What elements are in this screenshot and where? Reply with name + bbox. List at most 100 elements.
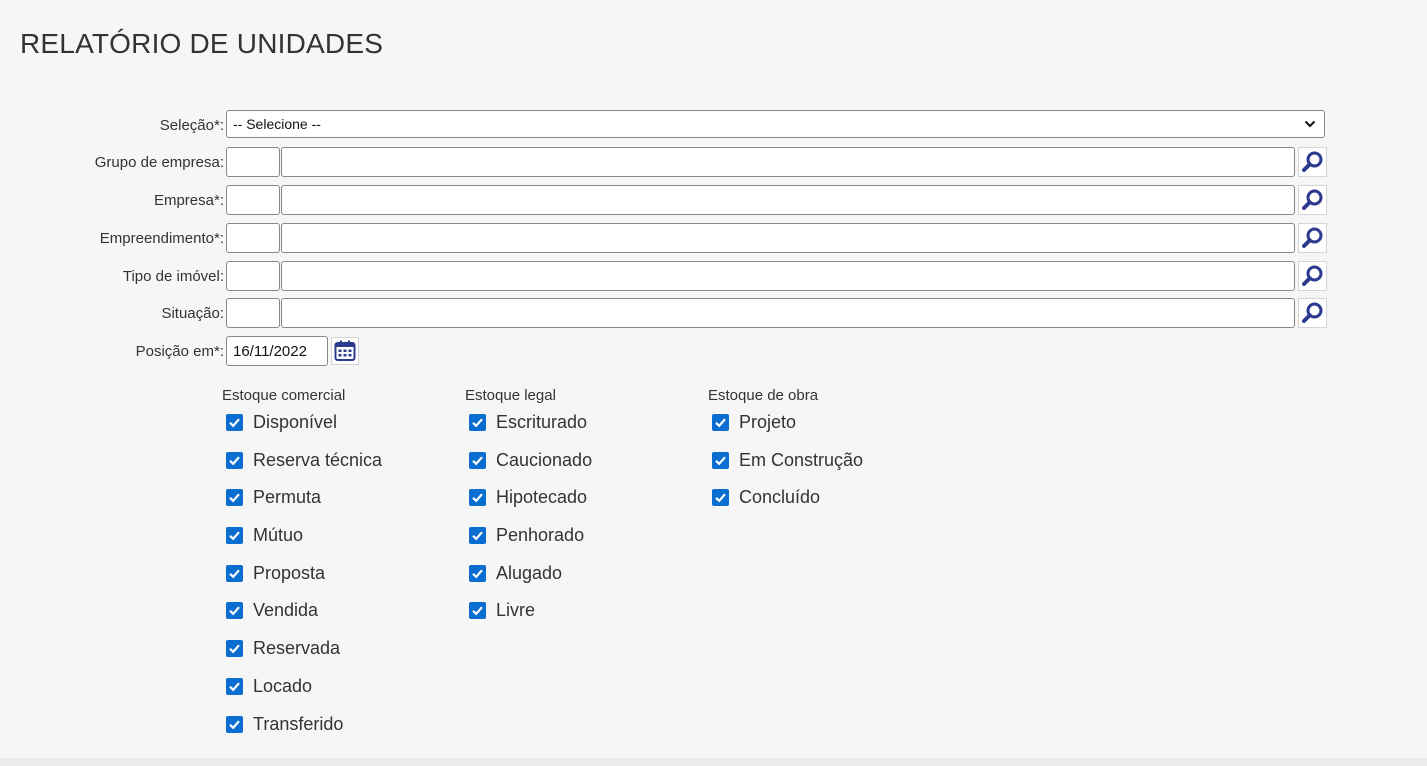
check-icon [472, 531, 483, 541]
checkbox-item[interactable]: Permuta [222, 483, 382, 521]
check-icon [229, 493, 240, 503]
estoque-comercial-group: Estoque comercial Disponível Reserva téc… [222, 386, 382, 747]
row-tipo-imovel: Tipo de imóvel: [0, 261, 1427, 291]
check-icon [472, 418, 483, 428]
checkbox-checked[interactable] [712, 414, 729, 431]
chevron-down-icon [1304, 120, 1316, 128]
empresa-search-button[interactable] [1298, 185, 1327, 215]
estoque-legal-title: Estoque legal [465, 387, 556, 404]
checkbox-checked[interactable] [469, 527, 486, 545]
grupo-empresa-code-input[interactable] [226, 147, 280, 177]
row-selecao: Seleção*: -- Selecione -- [0, 110, 1427, 140]
checkbox-checked[interactable] [712, 451, 729, 469]
checkbox-item[interactable]: Concluído [708, 483, 863, 521]
checkbox-item[interactable]: Livre [465, 596, 592, 634]
check-icon [472, 456, 483, 466]
checkbox-checked[interactable] [226, 451, 243, 469]
checkbox-item[interactable]: Reserva técnica [222, 446, 382, 484]
empresa-code-input[interactable] [226, 185, 280, 215]
row-empreendimento: Empreendimento*: [0, 223, 1427, 253]
magnifier-icon [1301, 302, 1322, 323]
checkbox-item[interactable]: Transferido [222, 710, 382, 748]
situacao-code-input[interactable] [226, 298, 280, 328]
situacao-label: Situação: [161, 305, 224, 322]
checkbox-label: Reserva técnica [253, 449, 383, 470]
tipo-imovel-code-input[interactable] [226, 261, 280, 291]
check-icon [472, 493, 483, 503]
empreendimento-label: Empreendimento*: [99, 230, 224, 247]
check-icon [715, 418, 726, 428]
posicao-em-label: Posição em*: [135, 343, 224, 360]
checkbox-checked[interactable] [226, 640, 243, 658]
checkbox-checked[interactable] [469, 451, 486, 469]
checkbox-label: Mútuo [253, 525, 304, 546]
checkbox-label: Transferido [253, 713, 344, 734]
row-posicao-em: Posição em*: 16/11/2022 [0, 336, 1427, 366]
check-icon [472, 606, 483, 616]
checkbox-item[interactable]: Em Construção [708, 446, 863, 484]
empresa-label: Empresa*: [153, 192, 224, 209]
checkbox-checked[interactable] [226, 414, 243, 431]
empreendimento-search-button[interactable] [1298, 223, 1327, 253]
checkbox-label: Penhorado [496, 525, 585, 546]
check-icon [229, 531, 240, 541]
checkbox-item[interactable]: Locado [222, 672, 382, 710]
situacao-search-button[interactable] [1298, 298, 1327, 328]
checkbox-item[interactable]: Alugado [465, 559, 592, 597]
check-icon [229, 682, 240, 692]
magnifier-icon [1301, 151, 1322, 172]
checkbox-label: Caucionado [496, 449, 593, 470]
selecao-selected-value: -- Selecione -- [233, 116, 321, 132]
tipo-imovel-description-input[interactable] [281, 261, 1295, 291]
estoque-legal-group: Estoque legal Escriturado Caucionado Hip… [465, 386, 592, 634]
checkbox-checked[interactable] [469, 489, 486, 507]
check-icon [715, 493, 726, 503]
bottom-bar [0, 758, 1427, 766]
empreendimento-code-input[interactable] [226, 223, 280, 253]
check-icon [229, 569, 240, 579]
checkbox-checked[interactable] [226, 527, 243, 545]
checkbox-checked[interactable] [712, 489, 729, 507]
check-icon [229, 644, 240, 654]
checkbox-checked[interactable] [226, 715, 243, 733]
empreendimento-description-input[interactable] [281, 223, 1295, 253]
selecao-label: Seleção*: [159, 117, 224, 134]
posicao-em-calendar-button[interactable] [331, 337, 359, 365]
empresa-description-input[interactable] [281, 185, 1295, 215]
checkbox-checked[interactable] [469, 414, 486, 431]
checkbox-label: Proposta [253, 562, 326, 583]
page-title: RELATÓRIO DE UNIDADES [20, 28, 384, 59]
checkbox-label: Escriturado [496, 412, 588, 432]
check-icon [472, 569, 483, 579]
checkbox-label: Reservada [253, 638, 341, 659]
checkbox-item[interactable]: Reservada [222, 634, 382, 672]
checkbox-item[interactable]: Vendida [222, 596, 382, 634]
situacao-description-input[interactable] [281, 298, 1295, 328]
checkbox-checked[interactable] [469, 564, 486, 582]
checkbox-label: Alugado [496, 562, 563, 583]
check-icon [229, 418, 240, 428]
checkbox-checked[interactable] [226, 489, 243, 507]
checkbox-item[interactable]: Projeto [708, 408, 863, 446]
grupo-empresa-search-button[interactable] [1298, 147, 1327, 177]
checkbox-item[interactable]: Caucionado [465, 446, 592, 484]
selecao-select[interactable]: -- Selecione -- [226, 110, 1325, 138]
checkbox-item[interactable]: Proposta [222, 559, 382, 597]
check-icon [229, 719, 240, 729]
checkbox-label: Em Construção [739, 449, 864, 470]
checkbox-item[interactable]: Mútuo [222, 521, 382, 559]
check-icon [229, 606, 240, 616]
checkbox-label: Disponível [253, 412, 338, 432]
checkbox-item[interactable]: Escriturado [465, 408, 592, 446]
checkbox-checked[interactable] [469, 602, 486, 620]
tipo-imovel-search-button[interactable] [1298, 261, 1327, 291]
checkbox-item[interactable]: Penhorado [465, 521, 592, 559]
checkbox-item[interactable]: Disponível [222, 408, 382, 446]
checkbox-checked[interactable] [226, 564, 243, 582]
posicao-em-date-input[interactable]: 16/11/2022 [226, 336, 328, 366]
grupo-empresa-description-input[interactable] [281, 147, 1295, 177]
check-icon [715, 456, 726, 466]
checkbox-checked[interactable] [226, 602, 243, 620]
checkbox-checked[interactable] [226, 677, 243, 695]
checkbox-item[interactable]: Hipotecado [465, 483, 592, 521]
